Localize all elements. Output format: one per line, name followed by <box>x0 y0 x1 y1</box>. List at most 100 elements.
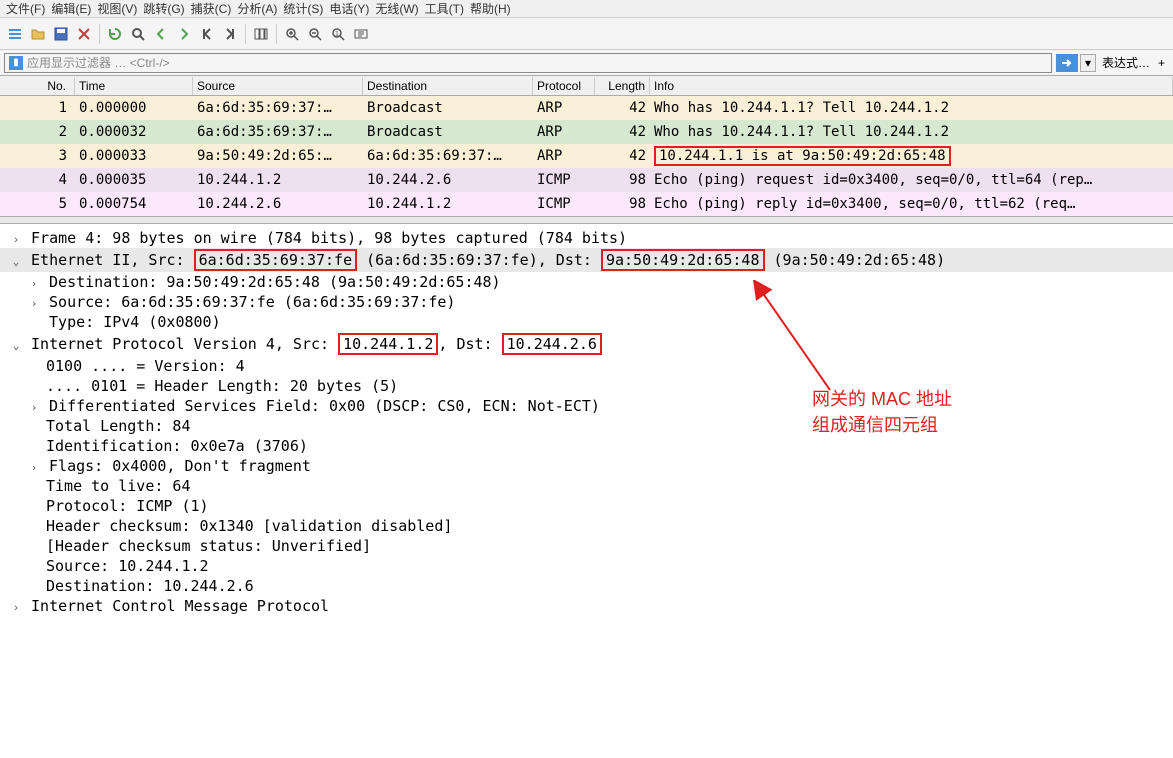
packet-row[interactable]: 20.0000326a:6d:35:69:37:…BroadcastARP42W… <box>0 120 1173 144</box>
filter-input[interactable]: ▮ 应用显示过滤器 … <Ctrl-/> <box>4 53 1052 73</box>
packet-row[interactable]: 30.0000339a:50:49:2d:65:…6a:6d:35:69:37:… <box>0 144 1173 168</box>
arrow-right-icon[interactable] <box>173 23 195 45</box>
expression-button[interactable]: 表达式… <box>1098 54 1154 71</box>
detail-frame[interactable]: › Frame 4: 98 bytes on wire (784 bits), … <box>0 228 1173 248</box>
detail-ethernet[interactable]: ⌄ Ethernet II, Src: 6a:6d:35:69:37:fe (6… <box>0 248 1173 272</box>
zoom-out-icon[interactable] <box>304 23 326 45</box>
menu-capture[interactable]: 捕获(C) <box>189 0 234 17</box>
columns-icon[interactable] <box>250 23 272 45</box>
cell-src: 6a:6d:35:69:37:… <box>193 123 363 141</box>
resize-icon[interactable] <box>350 23 372 45</box>
cell-dst: 6a:6d:35:69:37:… <box>363 147 533 165</box>
col-source[interactable]: Source <box>193 77 363 95</box>
annotation-text: 网关的 MAC 地址 组成通信四元组 <box>812 385 952 437</box>
filter-placeholder: 应用显示过滤器 … <Ctrl-/> <box>27 54 170 71</box>
packet-list: No. Time Source Destination Protocol Len… <box>0 76 1173 216</box>
menu-tools[interactable]: 工具(T) <box>423 0 466 17</box>
detail-ip-totlen[interactable]: Total Length: 84 <box>0 416 1173 436</box>
col-time[interactable]: Time <box>75 77 193 95</box>
menu-help[interactable]: 帮助(H) <box>468 0 513 17</box>
col-info[interactable]: Info <box>650 77 1173 95</box>
close-icon[interactable] <box>73 23 95 45</box>
cell-len: 42 <box>595 147 650 165</box>
cell-time: 0.000032 <box>75 123 193 141</box>
folder-open-icon[interactable] <box>27 23 49 45</box>
cell-info: 10.244.1.1 is at 9a:50:49:2d:65:48 <box>650 145 1173 167</box>
cell-time: 0.000035 <box>75 171 193 189</box>
expand-icon[interactable]: › <box>28 401 40 414</box>
cell-proto: ARP <box>533 147 595 165</box>
toolbar: 1 <box>0 18 1173 50</box>
filter-bar: ▮ 应用显示过滤器 … <Ctrl-/> ▾ 表达式… + <box>0 50 1173 76</box>
arrow-left-icon[interactable] <box>150 23 172 45</box>
add-filter-button[interactable]: + <box>1154 56 1169 70</box>
detail-eth-dest[interactable]: › Destination: 9a:50:49:2d:65:48 (9a:50:… <box>0 272 1173 292</box>
bookmark-icon[interactable]: ▮ <box>9 56 23 70</box>
detail-ip-id[interactable]: Identification: 0x0e7a (3706) <box>0 436 1173 456</box>
cell-info: Echo (ping) reply id=0x3400, seq=0/0, tt… <box>650 195 1173 213</box>
packet-row[interactable]: 50.00075410.244.2.610.244.1.2ICMP98Echo … <box>0 192 1173 216</box>
highlight-src-mac: 6a:6d:35:69:37:fe <box>194 249 358 271</box>
collapse-icon[interactable]: ⌄ <box>10 339 22 352</box>
menu-tel[interactable]: 电话(Y) <box>327 0 371 17</box>
packet-row[interactable]: 40.00003510.244.1.210.244.2.6ICMP98Echo … <box>0 168 1173 192</box>
col-proto[interactable]: Protocol <box>533 77 595 95</box>
skip-right-icon[interactable] <box>219 23 241 45</box>
menu-edit[interactable]: 编辑(E) <box>49 0 93 17</box>
cell-proto: ICMP <box>533 171 595 189</box>
detail-ip-cksum[interactable]: Header checksum: 0x1340 [validation disa… <box>0 516 1173 536</box>
detail-ip-hlen[interactable]: .... 0101 = Header Length: 20 bytes (5) <box>0 376 1173 396</box>
detail-ip-flags[interactable]: › Flags: 0x4000, Don't fragment <box>0 456 1173 476</box>
expand-icon[interactable]: › <box>10 601 22 614</box>
cell-src: 6a:6d:35:69:37:… <box>193 99 363 117</box>
menu-wireless[interactable]: 无线(W) <box>373 0 420 17</box>
cell-info: Who has 10.244.1.1? Tell 10.244.1.2 <box>650 99 1173 117</box>
cell-len: 98 <box>595 195 650 213</box>
packet-row[interactable]: 10.0000006a:6d:35:69:37:…BroadcastARP42W… <box>0 96 1173 120</box>
cell-time: 0.000754 <box>75 195 193 213</box>
detail-ip[interactable]: ⌄ Internet Protocol Version 4, Src: 10.2… <box>0 332 1173 356</box>
expand-icon[interactable]: › <box>10 233 22 246</box>
detail-eth-src[interactable]: › Source: 6a:6d:35:69:37:fe (6a:6d:35:69… <box>0 292 1173 312</box>
highlight-src-ip: 10.244.1.2 <box>338 333 438 355</box>
detail-ip-dstline[interactable]: Destination: 10.244.2.6 <box>0 576 1173 596</box>
packet-header: No. Time Source Destination Protocol Len… <box>0 76 1173 96</box>
cell-info: Echo (ping) request id=0x3400, seq=0/0, … <box>650 171 1173 189</box>
col-len[interactable]: Length <box>595 77 650 95</box>
find-icon[interactable] <box>127 23 149 45</box>
cell-len: 42 <box>595 123 650 141</box>
menu-bar: 文件(F) 编辑(E) 视图(V) 跳转(G) 捕获(C) 分析(A) 统计(S… <box>0 0 1173 18</box>
expand-icon[interactable]: › <box>28 297 40 310</box>
zoom-in-icon[interactable] <box>281 23 303 45</box>
detail-ip-version[interactable]: 0100 .... = Version: 4 <box>0 356 1173 376</box>
menu-file[interactable]: 文件(F) <box>4 0 47 17</box>
pane-divider[interactable] <box>0 216 1173 224</box>
expand-icon[interactable]: › <box>28 461 40 474</box>
reload-icon[interactable] <box>104 23 126 45</box>
detail-ip-proto[interactable]: Protocol: ICMP (1) <box>0 496 1173 516</box>
detail-ip-ttl[interactable]: Time to live: 64 <box>0 476 1173 496</box>
cell-time: 0.000000 <box>75 99 193 117</box>
menu-goto[interactable]: 跳转(G) <box>141 0 186 17</box>
cell-no: 1 <box>0 99 75 117</box>
menu-icon[interactable] <box>4 23 26 45</box>
collapse-icon[interactable]: ⌄ <box>10 255 22 268</box>
save-icon[interactable] <box>50 23 72 45</box>
menu-analyze[interactable]: 分析(A) <box>235 0 279 17</box>
col-no[interactable]: No. <box>0 77 75 95</box>
cell-proto: ICMP <box>533 195 595 213</box>
detail-ip-srcline[interactable]: Source: 10.244.1.2 <box>0 556 1173 576</box>
detail-eth-type[interactable]: › Type: IPv4 (0x0800) <box>0 312 1173 332</box>
zoom-reset-icon[interactable]: 1 <box>327 23 349 45</box>
menu-view[interactable]: 视图(V) <box>95 0 139 17</box>
skip-left-icon[interactable] <box>196 23 218 45</box>
menu-stats[interactable]: 统计(S) <box>281 0 325 17</box>
cell-dst: Broadcast <box>363 123 533 141</box>
filter-dropdown-icon[interactable]: ▾ <box>1080 54 1096 72</box>
expand-icon[interactable]: › <box>28 277 40 290</box>
detail-ip-cksum-status[interactable]: [Header checksum status: Unverified] <box>0 536 1173 556</box>
detail-icmp[interactable]: › Internet Control Message Protocol <box>0 596 1173 616</box>
col-dest[interactable]: Destination <box>363 77 533 95</box>
filter-apply-icon[interactable] <box>1056 54 1078 72</box>
detail-ip-ds[interactable]: › Differentiated Services Field: 0x00 (D… <box>0 396 1173 416</box>
